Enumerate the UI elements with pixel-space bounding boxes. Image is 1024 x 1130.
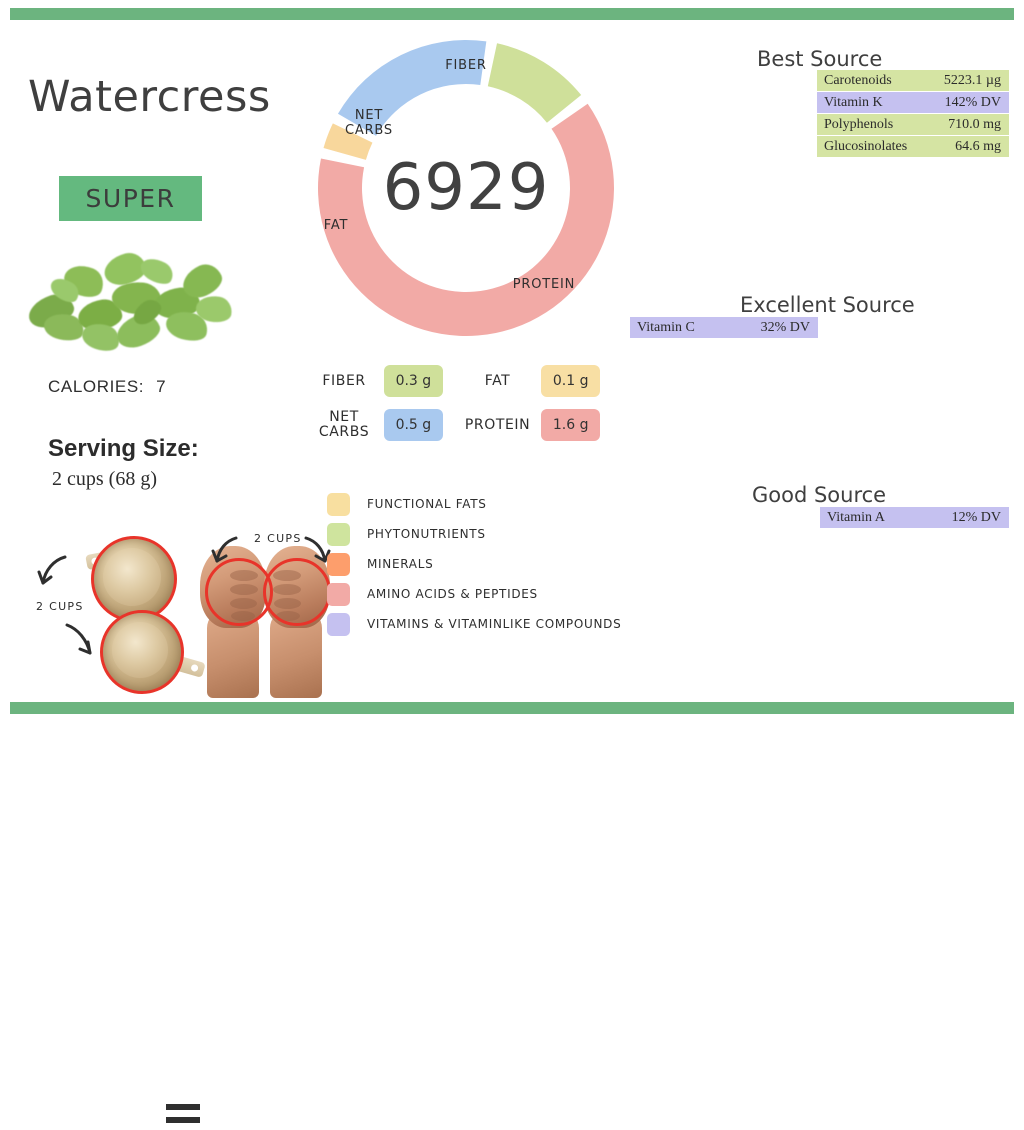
serving-size-value: 2 cups (68 g) [52, 468, 157, 490]
macro-label-net-carbs: NET CARBS [318, 409, 370, 440]
best-source-row: Carotenoids 5223.1 µg [817, 70, 1009, 91]
legend-swatch-minerals [327, 552, 350, 576]
calories-label: CALORIES: [48, 377, 145, 396]
legend-item: PHYTONUTRIENTS [327, 519, 621, 549]
macro-row: FIBER 0.3 g FAT 0.1 g [310, 362, 600, 400]
best-source-heading: Best Source [757, 47, 883, 71]
excellent-source-list: Vitamin C 32% DV [630, 317, 818, 338]
donut-label-net-carbs: NET CARBS [345, 108, 393, 138]
macronutrient-donut-chart: 6929 FIBER NET CARBS FAT PROTEIN [316, 38, 616, 338]
nutrient-value: 64.6 mg [955, 138, 1001, 154]
excellent-source-row: Vitamin C 32% DV [630, 317, 818, 338]
best-source-row: Glucosinolates 64.6 mg [817, 136, 1009, 157]
excellent-source-heading: Excellent Source [740, 293, 915, 317]
serving-equivalence-illustration: 2 CUPS 2 CUPS [14, 522, 334, 1123]
arrow-down-icon [65, 623, 92, 655]
macro-row: NET CARBS 0.5 g PROTEIN 1.6 g [310, 406, 600, 444]
nutrient-name: Vitamin C [637, 319, 695, 335]
legend-item: FUNCTIONAL FATS [327, 489, 621, 519]
best-source-row: Vitamin K 142% DV [817, 92, 1009, 113]
good-source-heading: Good Source [752, 483, 887, 507]
good-source-list: Vitamin A 12% DV [820, 507, 1009, 528]
macro-value-fiber: 0.3 g [384, 365, 443, 397]
nutrient-value: 5223.1 µg [943, 72, 1001, 88]
legend-swatch-functional-fats [327, 492, 350, 516]
legend-label-vitamins: VITAMINS & VITAMINLIKE COMPOUNDS [367, 617, 622, 631]
nutrient-value: 710.0 mg [948, 116, 1001, 132]
bottom-accent-band [10, 702, 1014, 714]
serving-size-label: Serving Size: [48, 435, 199, 462]
donut-center-value: 6929 [382, 151, 550, 225]
donut-label-protein: PROTEIN [512, 277, 576, 292]
donut-label-fat: FAT [323, 218, 349, 233]
macro-value-fat: 0.1 g [541, 365, 600, 397]
macro-value-protein: 1.6 g [541, 409, 600, 441]
cups-label-left: 2 CUPS [36, 600, 84, 613]
calories-line: CALORIES: 7 [48, 377, 166, 397]
status-badge: SUPER [59, 176, 202, 221]
macro-value-net-carbs: 0.5 g [384, 409, 443, 441]
nutrient-value: 142% DV [944, 94, 1001, 110]
measuring-cup-upper [91, 536, 177, 622]
measuring-cup-lower [100, 610, 184, 694]
top-accent-band [10, 8, 1014, 20]
legend-label-functional-fats: FUNCTIONAL FATS [367, 497, 487, 511]
nutrient-name: Vitamin A [827, 509, 885, 525]
legend-item: AMINO ACIDS & PEPTIDES [327, 579, 621, 609]
nutrient-name: Carotenoids [824, 72, 892, 88]
macro-label-fat: FAT [484, 372, 511, 389]
arrow-curve-left-icon [211, 536, 238, 563]
legend-item: VITAMINS & VITAMINLIKE COMPOUNDS [327, 609, 621, 639]
status-badge-label: SUPER [85, 184, 176, 213]
macro-label-protein: PROTEIN [464, 416, 531, 433]
best-source-row: Polyphenols 710.0 mg [817, 114, 1009, 135]
cups-label-right: 2 CUPS [254, 532, 302, 545]
legend-swatch-vitamins [327, 612, 350, 636]
donut-label-fiber: FIBER [445, 58, 487, 73]
legend-swatch-phytonutrients [327, 522, 350, 546]
page-title: Watercress [28, 72, 271, 122]
best-source-list: Carotenoids 5223.1 µg Vitamin K 142% DV … [817, 70, 1009, 158]
legend-swatch-amino-acids [327, 582, 350, 606]
arrow-up-icon [37, 555, 67, 585]
good-source-row: Vitamin A 12% DV [820, 507, 1009, 528]
nutrient-name: Polyphenols [824, 116, 894, 132]
calories-value: 7 [156, 377, 167, 396]
nutrient-value: 32% DV [760, 319, 810, 335]
legend-label-amino-acids: AMINO ACIDS & PEPTIDES [367, 587, 538, 601]
donut-segment-fiber [487, 43, 582, 123]
legend-label-minerals: MINERALS [367, 557, 434, 571]
nutrient-value: 12% DV [951, 509, 1001, 525]
macro-summary: FIBER 0.3 g FAT 0.1 g NET CARBS 0.5 g PR… [310, 362, 600, 450]
macro-label-fiber: FIBER [322, 372, 366, 389]
watercress-photo [20, 240, 250, 358]
legend-item: MINERALS [327, 549, 621, 579]
nutrient-category-legend: FUNCTIONAL FATS PHYTONUTRIENTS MINERALS … [327, 489, 621, 639]
equals-sign [166, 1104, 200, 1130]
legend-label-phytonutrients: PHYTONUTRIENTS [367, 527, 486, 541]
nutrient-name: Glucosinolates [824, 138, 908, 154]
nutrient-name: Vitamin K [824, 94, 883, 110]
